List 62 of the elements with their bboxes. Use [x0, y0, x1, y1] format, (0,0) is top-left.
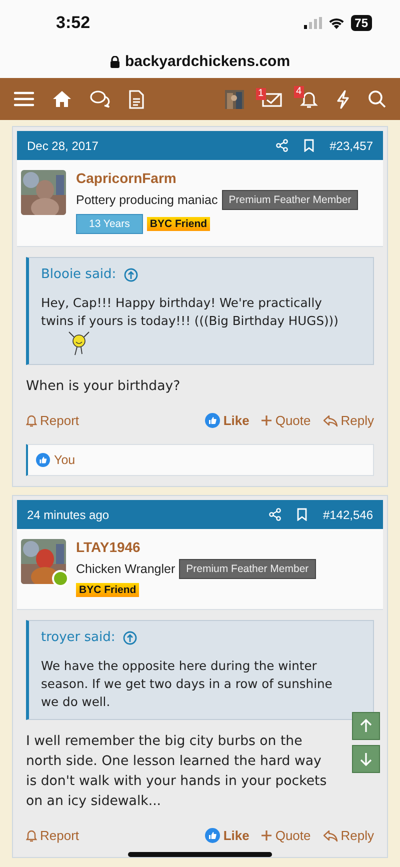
share-icon[interactable]	[268, 508, 281, 521]
message-count: 1	[256, 88, 266, 100]
lock-icon	[110, 56, 120, 68]
quote-text: Hey, Cap!!! Happy birthday! We're practically twins if yours is today!!! (((Big Birthday HUGS)))	[41, 295, 340, 330]
bell-icon[interactable]	[300, 90, 318, 108]
post-text: I well remember the big city burbs on the north side. One lesson learned the hard way is don't walk with your hands in your pockets on an icy sidewalk...	[26, 733, 328, 811]
menu-icon[interactable]	[14, 91, 34, 107]
report-button[interactable]: Report	[26, 413, 80, 428]
quote-button[interactable]: Quote	[261, 413, 311, 428]
user-badge: BYC Friend	[76, 583, 140, 597]
bookmark-icon[interactable]	[296, 508, 307, 521]
arrow-down-icon	[360, 752, 372, 766]
username[interactable]: LTAY1946	[76, 539, 379, 555]
home-icon[interactable]	[52, 90, 72, 108]
lightning-icon[interactable]	[336, 90, 350, 108]
quote-author[interactable]: Blooie said:	[41, 267, 116, 282]
chat-icon[interactable]	[90, 90, 111, 108]
report-button[interactable]: Report	[26, 828, 80, 843]
status-time: 3:52	[56, 12, 90, 32]
user-badge: 13 Years	[76, 214, 143, 234]
envelope-icon[interactable]	[262, 92, 282, 106]
scroll-up-button[interactable]	[352, 712, 380, 740]
share-icon[interactable]	[276, 139, 288, 152]
alert-count: 4	[294, 86, 304, 98]
user-badge: Premium Feather Member	[179, 559, 316, 579]
like-button[interactable]: Like	[205, 828, 250, 843]
plus-icon	[261, 830, 272, 841]
username[interactable]: CapricornFarm	[76, 170, 379, 186]
user-title: Pottery producing maniac	[76, 193, 218, 207]
thumbs-up-icon	[205, 413, 220, 428]
like-icon	[36, 453, 50, 467]
reply-arrow-icon	[322, 830, 338, 842]
reply-button[interactable]: Reply	[322, 413, 374, 428]
battery-level: 75	[350, 14, 372, 30]
bell-icon	[26, 414, 37, 427]
arrow-up-circle-icon[interactable]	[124, 268, 138, 282]
reply-button[interactable]: Reply	[322, 828, 374, 843]
liked-by[interactable]: You	[54, 453, 76, 467]
bookmark-icon[interactable]	[304, 139, 314, 152]
signal-icon	[304, 16, 322, 28]
bell-icon	[26, 829, 37, 842]
document-icon[interactable]	[129, 90, 144, 108]
wifi-icon	[328, 16, 345, 28]
scroll-down-button[interactable]	[352, 745, 380, 773]
user-title: Chicken Wrangler	[76, 562, 176, 576]
quote-text: We have the opposite here during the winter season. If we get two days in a row of sunshine we do well.	[41, 658, 334, 711]
thumbs-up-icon	[205, 828, 220, 843]
like-button[interactable]: Like	[205, 413, 250, 428]
post-date[interactable]: Dec 28, 2017	[27, 138, 98, 152]
post-number[interactable]: #23,457	[330, 138, 373, 152]
arrow-up-circle-icon[interactable]	[123, 630, 138, 644]
user-badge: BYC Friend	[146, 217, 210, 231]
plus-icon	[261, 415, 272, 426]
quote-author[interactable]: troyer said:	[41, 630, 116, 645]
post-number[interactable]: #142,546	[322, 508, 373, 522]
reply-arrow-icon	[322, 414, 338, 426]
arrow-up-icon	[360, 719, 372, 733]
post-date[interactable]: 24 minutes ago	[27, 508, 110, 522]
user-badge: Premium Feather Member	[222, 190, 358, 210]
search-icon[interactable]	[368, 90, 386, 108]
quote-button[interactable]: Quote	[261, 828, 311, 843]
post-text: When is your birthday?	[26, 378, 182, 396]
